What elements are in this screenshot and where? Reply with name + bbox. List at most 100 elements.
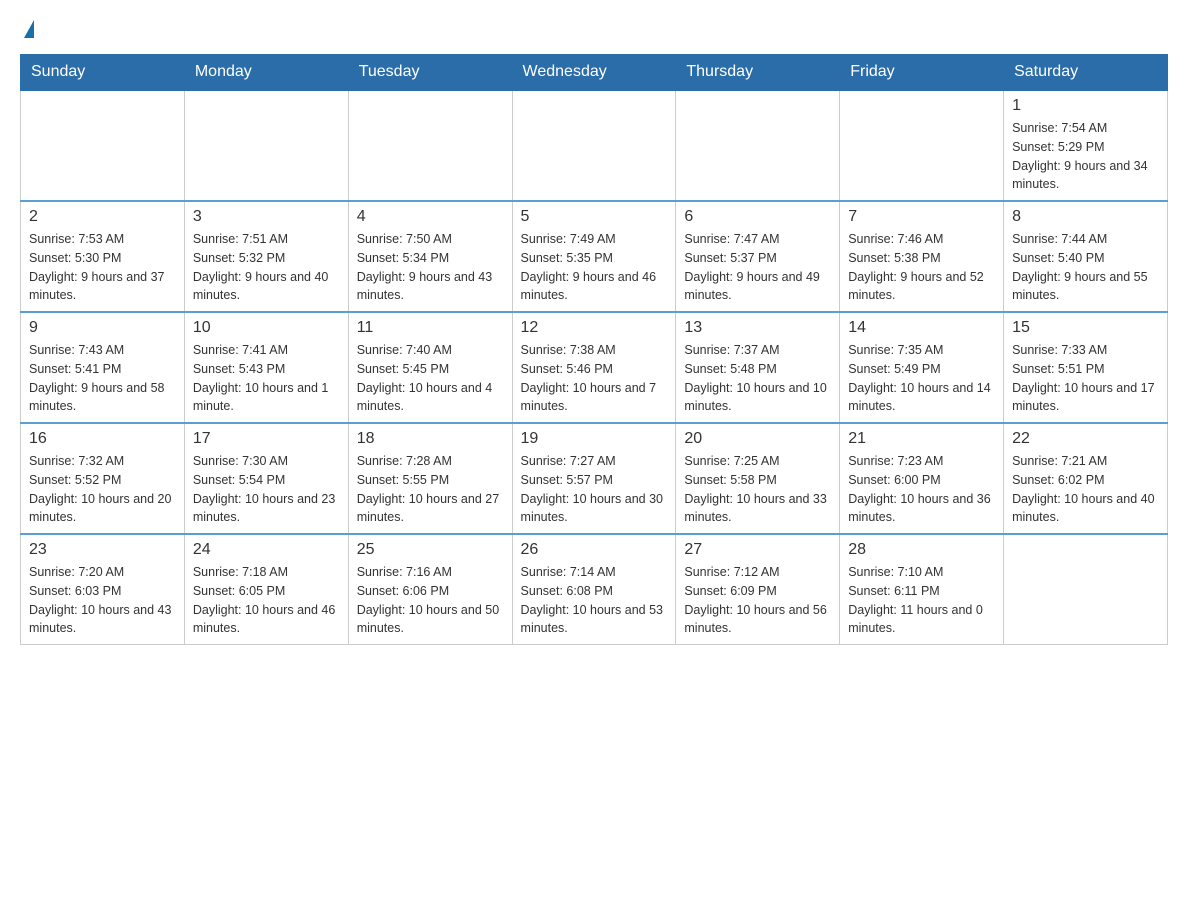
calendar-cell: 11 Sunrise: 7:40 AMSunset: 5:45 PMDayligh… <box>348 312 512 423</box>
calendar-cell: 25 Sunrise: 7:16 AMSunset: 6:06 PMDayligh… <box>348 534 512 645</box>
calendar-cell: 8 Sunrise: 7:44 AMSunset: 5:40 PMDaylight… <box>1004 201 1168 312</box>
calendar-cell: 9 Sunrise: 7:43 AMSunset: 5:41 PMDaylight… <box>21 312 185 423</box>
day-info: Sunrise: 7:12 AMSunset: 6:09 PMDaylight:… <box>684 563 831 638</box>
calendar-cell: 14 Sunrise: 7:35 AMSunset: 5:49 PMDayligh… <box>840 312 1004 423</box>
calendar-cell: 22 Sunrise: 7:21 AMSunset: 6:02 PMDayligh… <box>1004 423 1168 534</box>
calendar: SundayMondayTuesdayWednesdayThursdayFrid… <box>20 54 1168 645</box>
calendar-cell: 1 Sunrise: 7:54 AMSunset: 5:29 PMDaylight… <box>1004 90 1168 201</box>
calendar-day-header: Monday <box>184 55 348 91</box>
day-info: Sunrise: 7:43 AMSunset: 5:41 PMDaylight:… <box>29 341 176 416</box>
day-number: 21 <box>848 430 995 448</box>
calendar-week-row: 23Sunrise: 7:20 AMSunset: 6:03 PMDayligh… <box>21 534 1168 645</box>
day-number: 9 <box>29 319 176 337</box>
day-number: 12 <box>521 319 668 337</box>
day-info: Sunrise: 7:51 AMSunset: 5:32 PMDaylight:… <box>193 230 340 305</box>
calendar-cell: 15Sunrise: 7:33 AMSunset: 5:51 PMDayligh… <box>1004 312 1168 423</box>
calendar-day-header: Sunday <box>21 55 185 91</box>
day-number: 14 <box>848 319 995 337</box>
day-number: 16 <box>29 430 176 448</box>
day-info: Sunrise: 7:40 AMSunset: 5:45 PMDaylight:… <box>357 341 504 416</box>
day-number: 22 <box>1012 430 1159 448</box>
day-number: 6 <box>684 208 831 226</box>
day-info: Sunrise: 7:41 AMSunset: 5:43 PMDaylight:… <box>193 341 340 416</box>
calendar-cell: 5 Sunrise: 7:49 AMSunset: 5:35 PMDaylight… <box>512 201 676 312</box>
day-info: Sunrise: 7:27 AMSunset: 5:57 PMDaylight:… <box>521 452 668 527</box>
calendar-cell <box>840 90 1004 201</box>
calendar-week-row: 9 Sunrise: 7:43 AMSunset: 5:41 PMDaylight… <box>21 312 1168 423</box>
calendar-cell: 23Sunrise: 7:20 AMSunset: 6:03 PMDayligh… <box>21 534 185 645</box>
day-info: Sunrise: 7:35 AMSunset: 5:49 PMDaylight:… <box>848 341 995 416</box>
day-info: Sunrise: 7:28 AMSunset: 5:55 PMDaylight:… <box>357 452 504 527</box>
calendar-cell: 3 Sunrise: 7:51 AMSunset: 5:32 PMDaylight… <box>184 201 348 312</box>
page-header <box>20 20 1168 38</box>
calendar-header-row: SundayMondayTuesdayWednesdayThursdayFrid… <box>21 55 1168 91</box>
day-info: Sunrise: 7:32 AMSunset: 5:52 PMDaylight:… <box>29 452 176 527</box>
calendar-cell: 24Sunrise: 7:18 AMSunset: 6:05 PMDayligh… <box>184 534 348 645</box>
calendar-cell <box>512 90 676 201</box>
day-info: Sunrise: 7:47 AMSunset: 5:37 PMDaylight:… <box>684 230 831 305</box>
calendar-cell: 17Sunrise: 7:30 AMSunset: 5:54 PMDayligh… <box>184 423 348 534</box>
day-info: Sunrise: 7:23 AMSunset: 6:00 PMDaylight:… <box>848 452 995 527</box>
logo-text <box>20 20 36 38</box>
day-number: 24 <box>193 541 340 559</box>
calendar-week-row: 2 Sunrise: 7:53 AMSunset: 5:30 PMDaylight… <box>21 201 1168 312</box>
day-info: Sunrise: 7:14 AMSunset: 6:08 PMDaylight:… <box>521 563 668 638</box>
day-number: 27 <box>684 541 831 559</box>
day-info: Sunrise: 7:10 AMSunset: 6:11 PMDaylight:… <box>848 563 995 638</box>
calendar-day-header: Wednesday <box>512 55 676 91</box>
calendar-cell <box>184 90 348 201</box>
calendar-cell <box>348 90 512 201</box>
logo <box>20 20 36 38</box>
calendar-day-header: Friday <box>840 55 1004 91</box>
calendar-cell: 4 Sunrise: 7:50 AMSunset: 5:34 PMDaylight… <box>348 201 512 312</box>
calendar-week-row: 16 Sunrise: 7:32 AMSunset: 5:52 PMDayligh… <box>21 423 1168 534</box>
day-number: 3 <box>193 208 340 226</box>
calendar-day-header: Saturday <box>1004 55 1168 91</box>
day-number: 23 <box>29 541 176 559</box>
day-number: 25 <box>357 541 504 559</box>
calendar-cell: 12Sunrise: 7:38 AMSunset: 5:46 PMDayligh… <box>512 312 676 423</box>
calendar-cell: 18 Sunrise: 7:28 AMSunset: 5:55 PMDayligh… <box>348 423 512 534</box>
calendar-cell: 7 Sunrise: 7:46 AMSunset: 5:38 PMDaylight… <box>840 201 1004 312</box>
calendar-week-row: 1 Sunrise: 7:54 AMSunset: 5:29 PMDaylight… <box>21 90 1168 201</box>
day-info: Sunrise: 7:53 AMSunset: 5:30 PMDaylight:… <box>29 230 176 305</box>
calendar-cell: 19 Sunrise: 7:27 AMSunset: 5:57 PMDayligh… <box>512 423 676 534</box>
calendar-day-header: Thursday <box>676 55 840 91</box>
day-number: 11 <box>357 319 504 337</box>
day-number: 18 <box>357 430 504 448</box>
day-number: 7 <box>848 208 995 226</box>
day-number: 2 <box>29 208 176 226</box>
day-info: Sunrise: 7:25 AMSunset: 5:58 PMDaylight:… <box>684 452 831 527</box>
day-info: Sunrise: 7:30 AMSunset: 5:54 PMDaylight:… <box>193 452 340 527</box>
day-info: Sunrise: 7:44 AMSunset: 5:40 PMDaylight:… <box>1012 230 1159 305</box>
calendar-cell: 28 Sunrise: 7:10 AMSunset: 6:11 PMDayligh… <box>840 534 1004 645</box>
day-info: Sunrise: 7:21 AMSunset: 6:02 PMDaylight:… <box>1012 452 1159 527</box>
day-info: Sunrise: 7:33 AMSunset: 5:51 PMDaylight:… <box>1012 341 1159 416</box>
day-info: Sunrise: 7:54 AMSunset: 5:29 PMDaylight:… <box>1012 119 1159 194</box>
day-number: 10 <box>193 319 340 337</box>
day-number: 8 <box>1012 208 1159 226</box>
calendar-cell: 26 Sunrise: 7:14 AMSunset: 6:08 PMDayligh… <box>512 534 676 645</box>
day-number: 28 <box>848 541 995 559</box>
calendar-cell: 6 Sunrise: 7:47 AMSunset: 5:37 PMDaylight… <box>676 201 840 312</box>
calendar-day-header: Tuesday <box>348 55 512 91</box>
day-number: 5 <box>521 208 668 226</box>
calendar-cell: 27 Sunrise: 7:12 AMSunset: 6:09 PMDayligh… <box>676 534 840 645</box>
day-number: 1 <box>1012 97 1159 115</box>
day-number: 13 <box>684 319 831 337</box>
calendar-cell: 20 Sunrise: 7:25 AMSunset: 5:58 PMDayligh… <box>676 423 840 534</box>
day-info: Sunrise: 7:46 AMSunset: 5:38 PMDaylight:… <box>848 230 995 305</box>
day-number: 19 <box>521 430 668 448</box>
day-info: Sunrise: 7:16 AMSunset: 6:06 PMDaylight:… <box>357 563 504 638</box>
calendar-cell <box>21 90 185 201</box>
calendar-cell: 21 Sunrise: 7:23 AMSunset: 6:00 PMDayligh… <box>840 423 1004 534</box>
day-number: 20 <box>684 430 831 448</box>
day-info: Sunrise: 7:50 AMSunset: 5:34 PMDaylight:… <box>357 230 504 305</box>
calendar-cell <box>1004 534 1168 645</box>
day-number: 4 <box>357 208 504 226</box>
calendar-cell: 13 Sunrise: 7:37 AMSunset: 5:48 PMDayligh… <box>676 312 840 423</box>
day-info: Sunrise: 7:49 AMSunset: 5:35 PMDaylight:… <box>521 230 668 305</box>
day-number: 26 <box>521 541 668 559</box>
calendar-cell: 10 Sunrise: 7:41 AMSunset: 5:43 PMDayligh… <box>184 312 348 423</box>
day-info: Sunrise: 7:37 AMSunset: 5:48 PMDaylight:… <box>684 341 831 416</box>
